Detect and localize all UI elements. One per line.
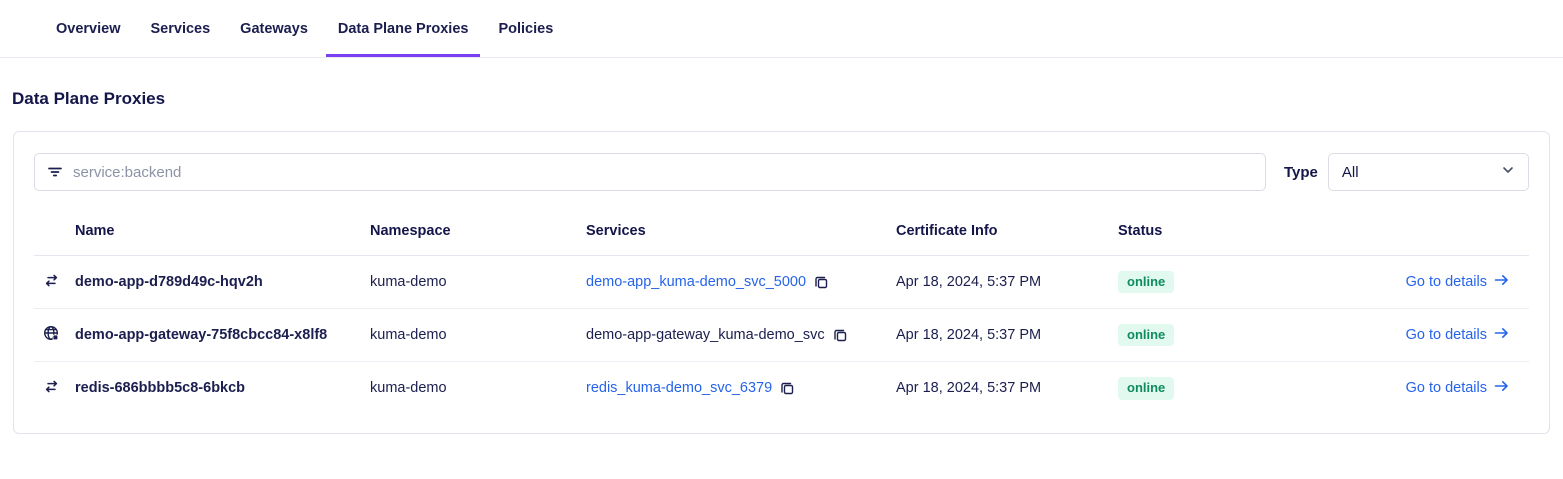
status-badge: online bbox=[1118, 270, 1175, 294]
column-header-actions bbox=[1308, 211, 1529, 256]
type-filter-label: Type bbox=[1284, 163, 1318, 181]
tab-overview[interactable]: Overview bbox=[44, 9, 133, 57]
copy-icon[interactable] bbox=[833, 328, 848, 343]
service-link[interactable]: demo-app_kuma-demo_svc_5000 bbox=[586, 274, 806, 290]
chevron-down-icon bbox=[1501, 163, 1515, 181]
tab-services[interactable]: Services bbox=[139, 9, 223, 57]
type-filter-select[interactable]: All bbox=[1327, 153, 1529, 191]
search-box[interactable] bbox=[34, 153, 1266, 191]
table-row: demo-app-d789d49c-hqv2h kuma-demo demo-a… bbox=[34, 255, 1529, 309]
filter-icon bbox=[47, 164, 63, 180]
arrow-right-icon bbox=[1494, 327, 1509, 343]
data-plane-proxies-table: Name Namespace Services Certificate Info… bbox=[34, 211, 1529, 415]
tab-gateways[interactable]: Gateways bbox=[228, 9, 320, 57]
proxy-name: demo-app-d789d49c-hqv2h bbox=[75, 255, 370, 309]
go-to-details-link[interactable]: Go to details bbox=[1406, 327, 1509, 343]
certificate-info: Apr 18, 2024, 5:37 PM bbox=[896, 255, 1118, 309]
arrow-right-icon bbox=[1494, 380, 1509, 396]
sidecar-proxy-icon bbox=[43, 272, 60, 289]
table-row: redis-686bbbb5c8-6bkcb kuma-demo redis_k… bbox=[34, 362, 1529, 415]
column-header-icon bbox=[34, 211, 75, 256]
proxy-namespace: kuma-demo bbox=[370, 380, 447, 397]
proxy-name: redis-686bbbb5c8-6bkcb bbox=[75, 380, 246, 397]
status-badge: online bbox=[1118, 376, 1175, 400]
filter-row: Type All bbox=[34, 153, 1529, 191]
column-header-status: Status bbox=[1118, 211, 1308, 256]
column-header-services: Services bbox=[586, 211, 896, 256]
certificate-info: Apr 18, 2024, 5:37 PM bbox=[896, 380, 1042, 397]
type-filter-value: All bbox=[1341, 163, 1359, 181]
column-header-name: Name bbox=[75, 211, 370, 256]
column-header-certificate-info: Certificate Info bbox=[896, 211, 1118, 256]
service-name: demo-app-gateway_kuma-demo_svc bbox=[586, 327, 825, 343]
tab-policies[interactable]: Policies bbox=[486, 9, 565, 57]
tab-data-plane-proxies[interactable]: Data Plane Proxies bbox=[325, 9, 481, 57]
page-title: Data Plane Proxies bbox=[12, 89, 166, 108]
table-row: demo-app-gateway-75f8cbcc84-x8lf8 kuma-d… bbox=[34, 308, 1529, 362]
service-link[interactable]: redis_kuma-demo_svc_6379 bbox=[586, 380, 772, 396]
table-header-row: Name Namespace Services Certificate Info… bbox=[34, 211, 1529, 256]
arrow-right-icon bbox=[1494, 274, 1509, 290]
sidecar-proxy-icon bbox=[43, 378, 60, 395]
data-plane-proxies-card: Type All Name Namespace Services Certifi… bbox=[13, 131, 1550, 434]
proxy-namespace: kuma-demo bbox=[370, 308, 586, 362]
tab-bar: Overview Services Gateways Data Plane Pr… bbox=[0, 0, 1563, 58]
status-badge: online bbox=[1118, 323, 1175, 347]
copy-icon[interactable] bbox=[814, 275, 829, 290]
gateway-icon bbox=[43, 325, 60, 342]
go-to-details-label: Go to details bbox=[1405, 274, 1487, 290]
search-input[interactable] bbox=[73, 163, 1253, 181]
proxy-name: demo-app-gateway-75f8cbcc84-x8lf8 bbox=[75, 308, 370, 362]
column-header-namespace: Namespace bbox=[370, 211, 586, 256]
go-to-details-label: Go to details bbox=[1405, 327, 1487, 343]
copy-icon[interactable] bbox=[780, 381, 795, 396]
proxy-namespace: kuma-demo bbox=[370, 255, 586, 309]
go-to-details-link[interactable]: Go to details bbox=[1406, 274, 1509, 290]
certificate-info: Apr 18, 2024, 5:37 PM bbox=[896, 308, 1118, 362]
go-to-details-link[interactable]: Go to details bbox=[1406, 380, 1509, 396]
go-to-details-label: Go to details bbox=[1405, 380, 1487, 397]
